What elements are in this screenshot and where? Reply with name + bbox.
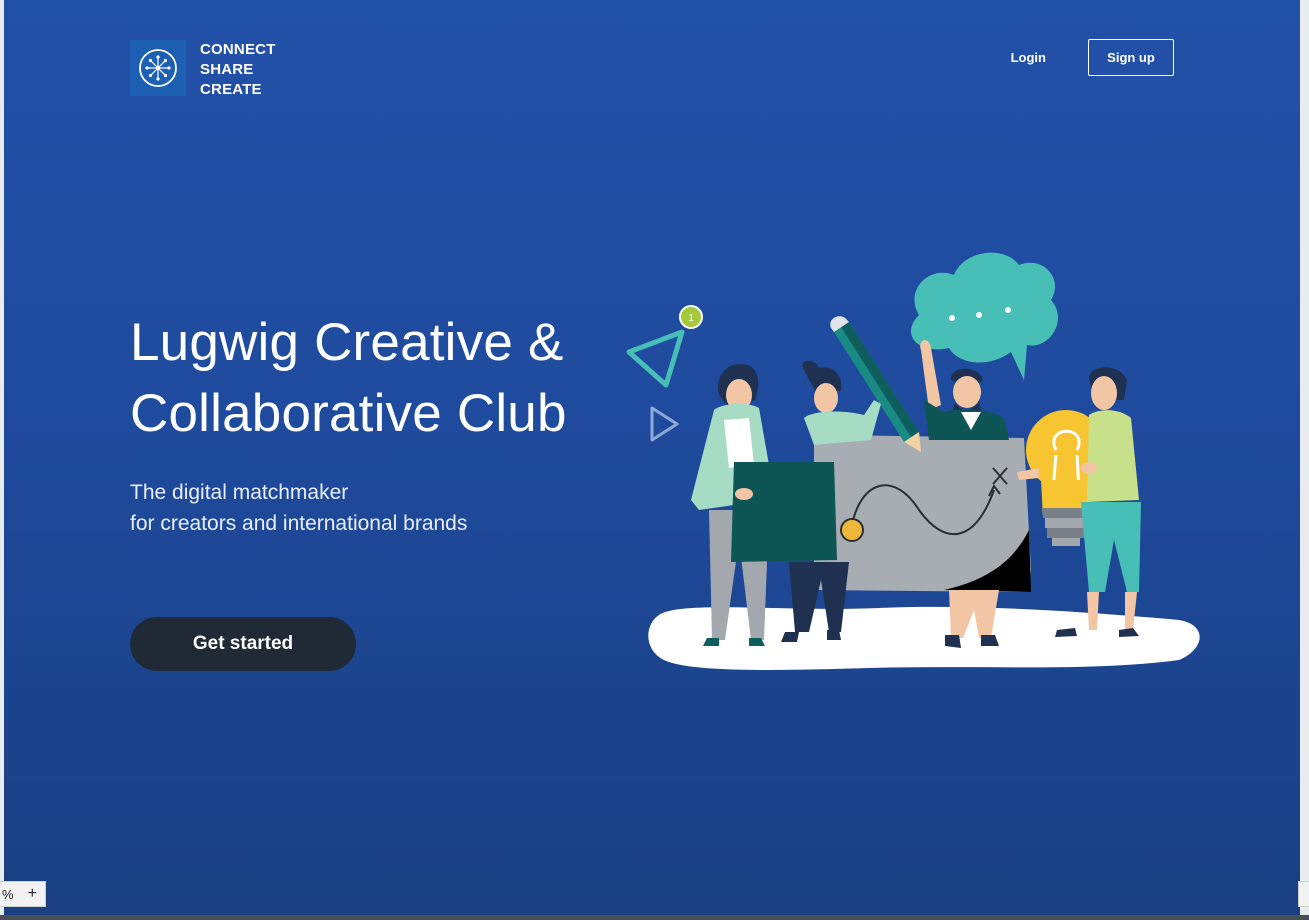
zoom-control: % + [0,881,46,907]
hero-subtitle-line: The digital matchmaker [130,481,349,504]
brand-line-connect: CONNECT [200,41,276,58]
team-collaboration-illustration: 1 [626,252,1200,670]
hero-subtitle: The digital matchmaker for creators and … [130,477,467,539]
notification-count: 1 [688,313,694,324]
network-hub-icon [139,49,177,87]
logo-box [130,40,186,96]
hero-title-line: Lugwig Creative & [130,313,564,372]
hero-title: Lugwig Creative & Collaborative Club [130,307,567,449]
hero-subtitle-line: for creators and international brands [130,512,468,535]
triangle-icon [626,329,685,388]
top-nav: Login Sign up [1011,39,1174,76]
brand-line-share: SHARE [200,61,254,78]
brand-wordmark: CONNECT SHARE CREATE [200,40,276,100]
play-icon [650,406,679,442]
login-link[interactable]: Login [1011,50,1046,65]
bottom-bar [0,915,1309,920]
board-marker [840,518,864,542]
signup-button[interactable]: Sign up [1088,39,1174,76]
ground-blob [648,606,1200,670]
zoom-value: % [2,886,14,902]
hero-title-line: Collaborative Club [130,384,567,443]
zoom-in-button[interactable]: + [20,885,45,903]
landing-page: CONNECT SHARE CREATE Login Sign up Lugwi… [4,0,1300,915]
brand-logo[interactable]: CONNECT SHARE CREATE [130,40,276,100]
get-started-button[interactable]: Get started [130,617,356,671]
brand-line-create: CREATE [200,81,262,98]
right-corner-handle[interactable] [1298,881,1309,907]
